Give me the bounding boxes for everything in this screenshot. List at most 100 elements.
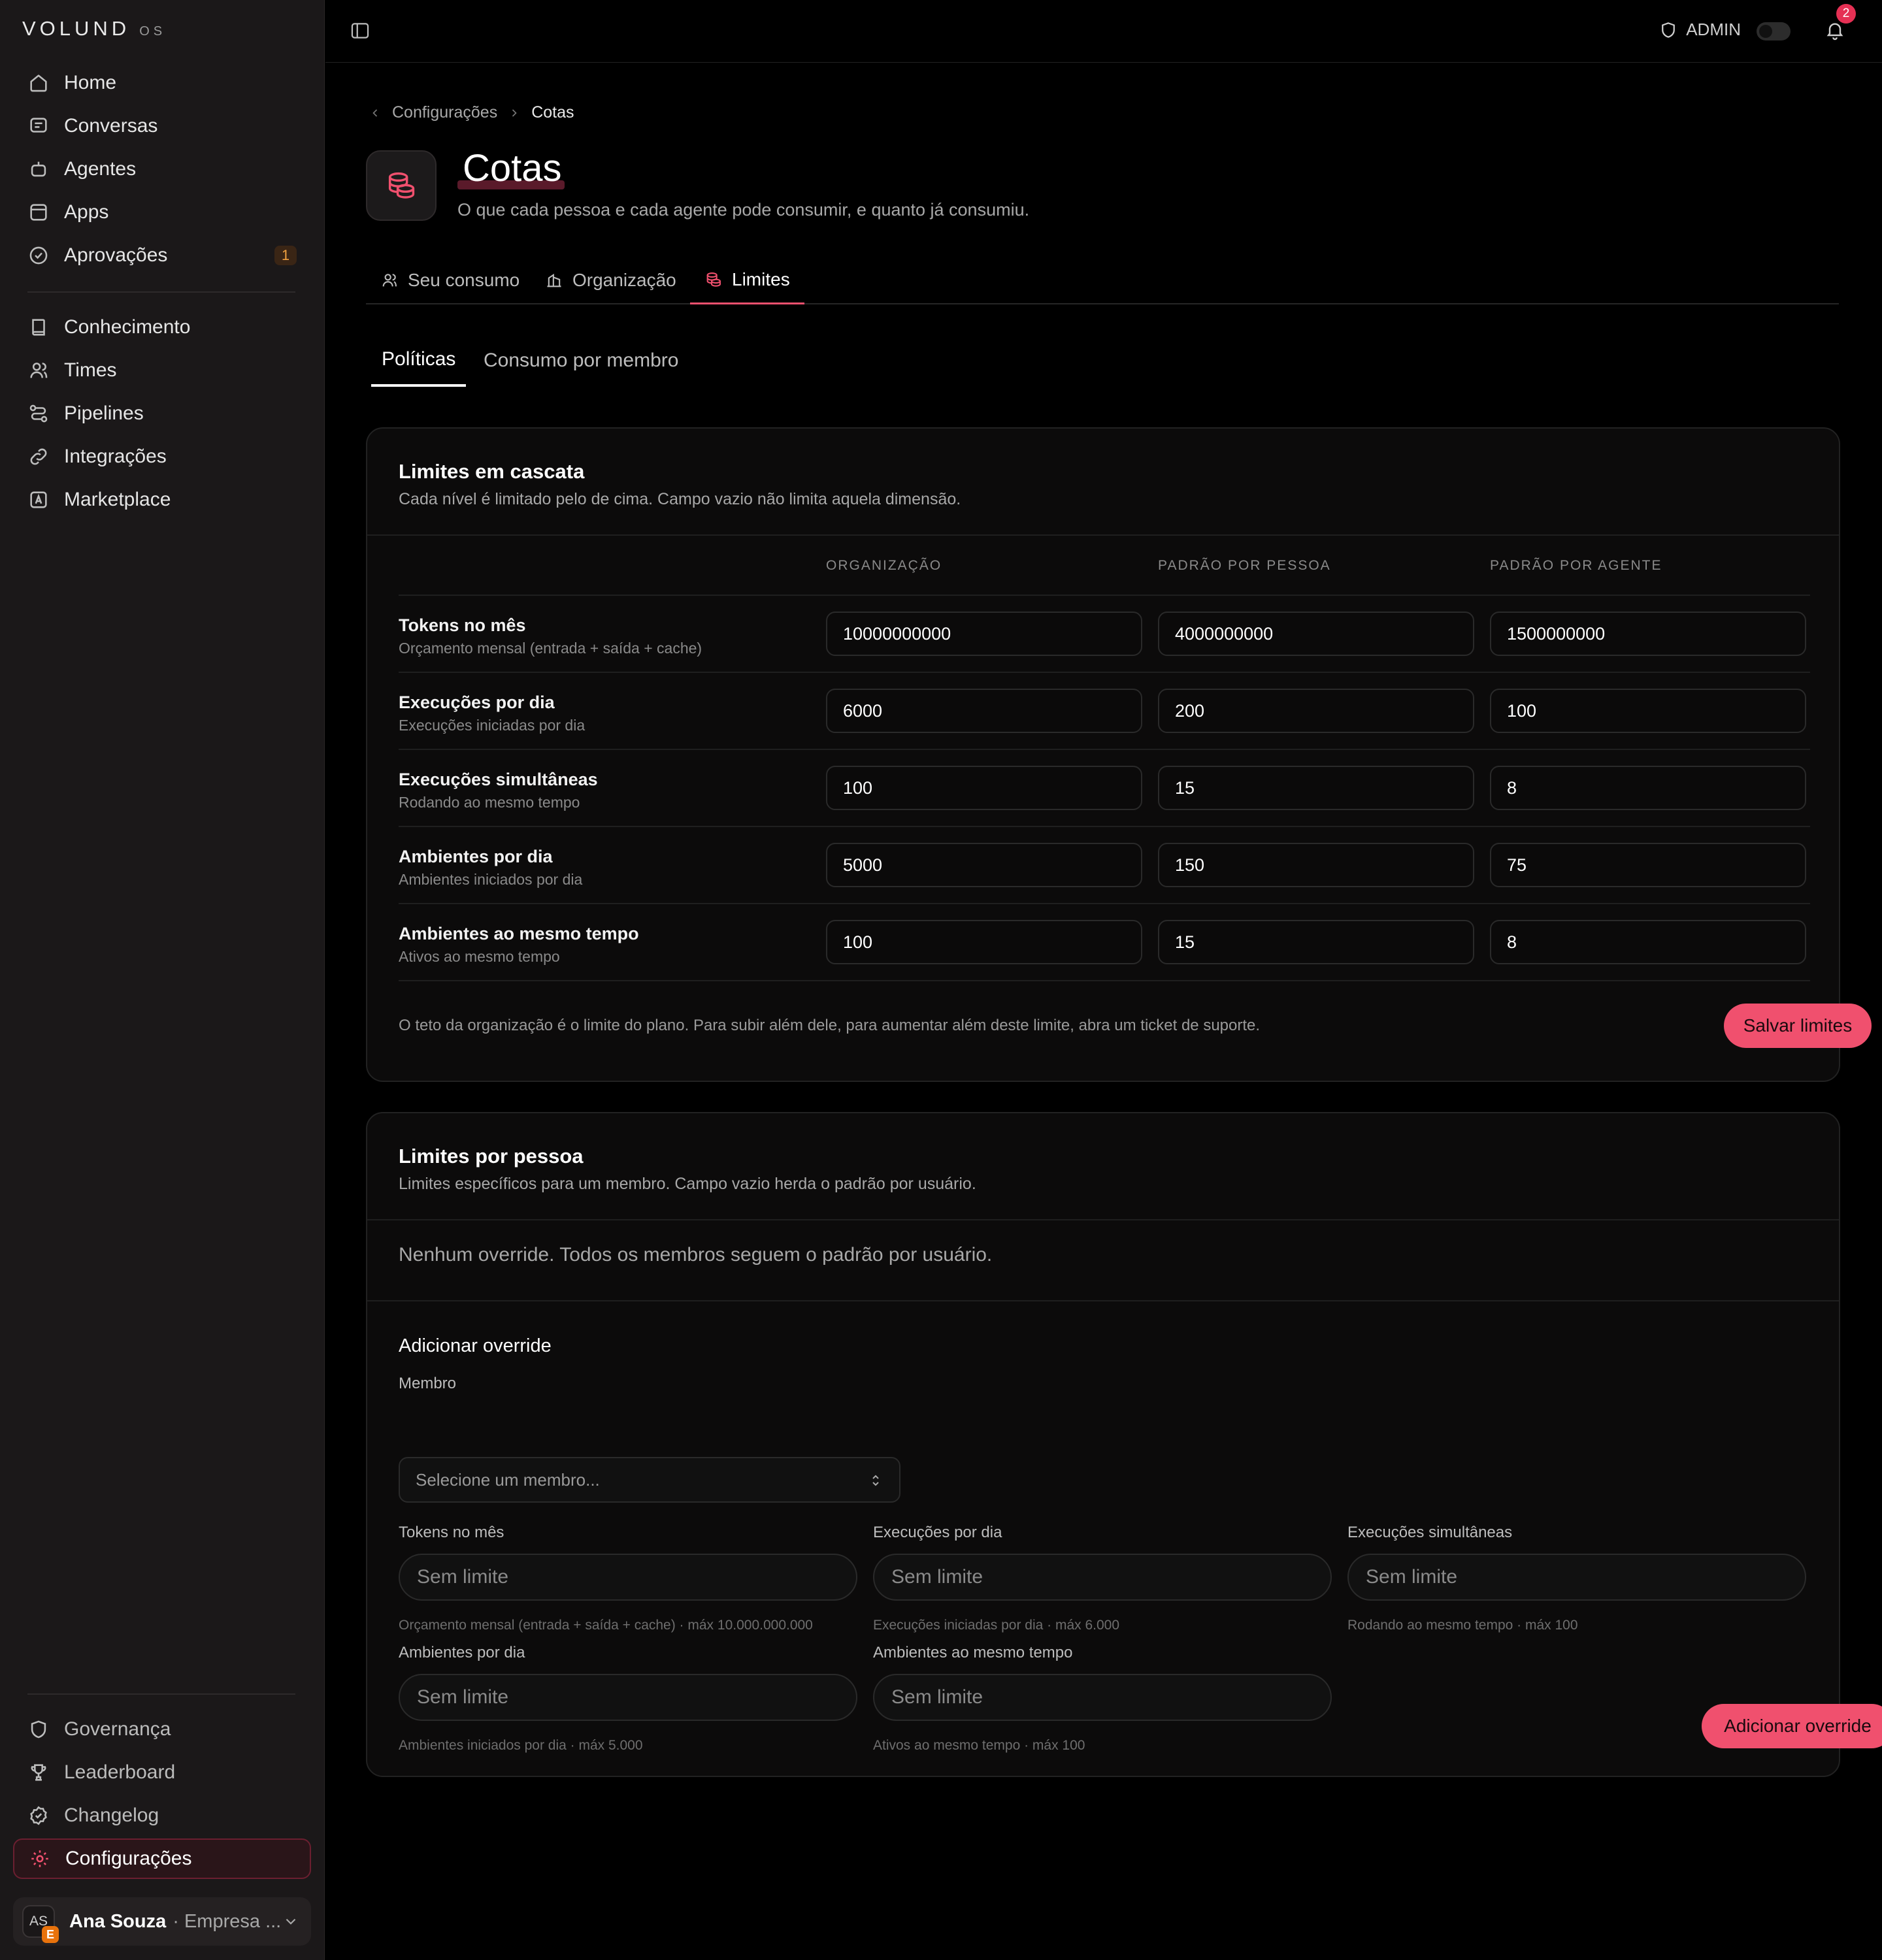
override-concurrent-executions-input[interactable] xyxy=(1347,1554,1806,1601)
org-environments-per-day-input[interactable] xyxy=(826,843,1142,887)
logo[interactable]: VOLUND OS xyxy=(22,17,166,41)
member-select[interactable]: Selecione um membro... xyxy=(399,1457,900,1503)
brand-name: VOLUND xyxy=(22,17,131,40)
sidebar-secondary-nav: Conhecimento Times Pipelines Integrações… xyxy=(13,307,311,523)
page-subtitle: O que cada pessoa e cada agente pode con… xyxy=(457,200,1030,220)
limit-row-concurrent-executions: Execuções simultâneas Rodando ao mesmo t… xyxy=(399,749,1810,826)
save-limits-button[interactable]: Salvar limites xyxy=(1724,1004,1872,1048)
card-description: Limites específicos para um membro. Camp… xyxy=(399,1175,976,1193)
breadcrumb-parent[interactable]: Configurações xyxy=(392,103,497,122)
users-icon xyxy=(27,359,50,382)
building-icon xyxy=(545,271,563,289)
theme-toggle[interactable] xyxy=(1757,22,1791,41)
sidebar-item-label: Conhecimento xyxy=(64,316,191,338)
shield-icon xyxy=(1659,20,1678,40)
sidebar-item-home[interactable]: Home xyxy=(13,63,311,103)
agent-concurrent-environments-input[interactable] xyxy=(1490,920,1806,964)
agent-environments-per-day-input[interactable] xyxy=(1490,843,1806,887)
sidebar-item-aprovacoes[interactable]: Aprovações 1 xyxy=(13,235,311,276)
sidebar-item-changelog[interactable]: Changelog xyxy=(13,1795,311,1836)
empty-overrides-message: Nenhum override. Todos os membros seguem… xyxy=(399,1244,993,1266)
card-title: Limites por pessoa xyxy=(399,1145,584,1168)
override-concurrent-environments-input[interactable] xyxy=(873,1674,1332,1721)
member-select-placeholder: Selecione um membro... xyxy=(416,1469,600,1490)
row-label: Execuções por dia Execuções iniciadas po… xyxy=(399,693,585,734)
agent-concurrent-executions-input[interactable] xyxy=(1490,766,1806,810)
user-menu[interactable]: AS E Ana Souza · Empresa ... xyxy=(13,1897,311,1946)
field-label: Execuções por dia xyxy=(873,1524,1002,1541)
sidebar-item-label: Governança xyxy=(64,1718,171,1740)
coins-icon xyxy=(366,150,437,221)
org-concurrent-environments-input[interactable] xyxy=(826,920,1142,964)
sidebar: VOLUND OS Home Conversas Agentes Apps Ap… xyxy=(0,0,325,1960)
main-tabs: Seu consumo Organização Limites xyxy=(366,256,1839,304)
sidebar-divider xyxy=(27,1693,295,1695)
person-tokens-input[interactable] xyxy=(1158,612,1474,656)
sidebar-divider xyxy=(27,291,295,293)
sidebar-item-agentes[interactable]: Agentes xyxy=(13,149,311,189)
limit-row-tokens: Tokens no mês Orçamento mensal (entrada … xyxy=(399,595,1810,672)
sidebar-item-conversas[interactable]: Conversas xyxy=(13,106,311,146)
override-executions-per-day-input[interactable] xyxy=(873,1554,1332,1601)
tab-seu-consumo[interactable]: Seu consumo xyxy=(366,256,534,304)
row-divider xyxy=(399,980,1810,981)
person-executions-per-day-input[interactable] xyxy=(1158,689,1474,733)
sidebar-item-pipelines[interactable]: Pipelines xyxy=(13,393,311,434)
row-hint: Rodando ao mesmo tempo xyxy=(399,794,580,811)
subtab-politicas[interactable]: Políticas xyxy=(371,335,467,387)
role-indicator[interactable]: ADMIN xyxy=(1659,20,1741,40)
section-divider xyxy=(367,1300,1839,1301)
org-concurrent-executions-input[interactable] xyxy=(826,766,1142,810)
override-tokens-input[interactable] xyxy=(399,1554,857,1601)
bot-icon xyxy=(27,158,50,180)
field-hint: Rodando ao mesmo tempo · máx 100 xyxy=(1347,1618,1578,1633)
row-title: Execuções por dia xyxy=(399,693,555,712)
field-label: Tokens no mês xyxy=(399,1524,504,1541)
users-icon xyxy=(380,271,399,289)
approvals-count-badge: 1 xyxy=(274,246,297,265)
tab-limites[interactable]: Limites xyxy=(690,256,804,304)
org-tokens-input[interactable] xyxy=(826,612,1142,656)
per-person-limits-card: Limites por pessoa Limites específicos p… xyxy=(366,1112,1882,1777)
agent-tokens-input[interactable] xyxy=(1490,612,1806,656)
column-header: PADRÃO POR PESSOA xyxy=(1158,558,1331,573)
notification-count-badge: 2 xyxy=(1836,4,1856,24)
breadcrumb: Configurações Cotas xyxy=(369,103,574,122)
chevron-right-icon xyxy=(508,106,521,120)
sidebar-item-apps[interactable]: Apps xyxy=(13,192,311,233)
sidebar-item-label: Agentes xyxy=(64,158,137,180)
store-icon xyxy=(27,489,50,511)
sidebar-item-leaderboard[interactable]: Leaderboard xyxy=(13,1752,311,1793)
chevron-up-down-icon xyxy=(868,1473,883,1488)
sidebar-toggle-icon[interactable] xyxy=(349,20,371,42)
sidebar-item-configuracoes[interactable]: Configurações xyxy=(13,1838,311,1879)
shield-icon xyxy=(27,1718,50,1740)
sidebar-item-times[interactable]: Times xyxy=(13,350,311,391)
coins-icon xyxy=(704,270,723,289)
override-environments-per-day-input[interactable] xyxy=(399,1674,857,1721)
sidebar-item-conhecimento[interactable]: Conhecimento xyxy=(13,307,311,348)
row-hint: Orçamento mensal (entrada + saída + cach… xyxy=(399,640,702,657)
person-concurrent-executions-input[interactable] xyxy=(1158,766,1474,810)
org-executions-per-day-input[interactable] xyxy=(826,689,1142,733)
limit-row-environments-per-day: Ambientes por dia Ambientes iniciados po… xyxy=(399,826,1810,903)
add-override-button[interactable]: Adicionar override xyxy=(1702,1704,1882,1748)
subtab-consumo-por-membro[interactable]: Consumo por membro xyxy=(473,335,689,387)
tab-organizacao[interactable]: Organização xyxy=(531,256,691,304)
row-hint: Execuções iniciadas por dia xyxy=(399,717,586,734)
book-icon xyxy=(27,316,50,338)
sidebar-item-governanca[interactable]: Governança xyxy=(13,1709,311,1750)
org-avatar-badge: E xyxy=(42,1926,59,1943)
sidebar-item-label: Configurações xyxy=(65,1848,192,1869)
field-hint: Ambientes iniciados por dia · máx 5.000 xyxy=(399,1738,643,1753)
chevron-left-icon[interactable] xyxy=(369,106,382,120)
agent-executions-per-day-input[interactable] xyxy=(1490,689,1806,733)
page-title: Cotas xyxy=(463,147,562,189)
person-concurrent-environments-input[interactable] xyxy=(1158,920,1474,964)
sidebar-item-marketplace[interactable]: Marketplace xyxy=(13,480,311,520)
sidebar-item-integracoes[interactable]: Integrações xyxy=(13,436,311,477)
row-hint: Ambientes iniciados por dia xyxy=(399,871,583,888)
sidebar-item-label: Changelog xyxy=(64,1805,159,1826)
card-header: Limites por pessoa Limites específicos p… xyxy=(367,1113,1839,1220)
person-environments-per-day-input[interactable] xyxy=(1158,843,1474,887)
